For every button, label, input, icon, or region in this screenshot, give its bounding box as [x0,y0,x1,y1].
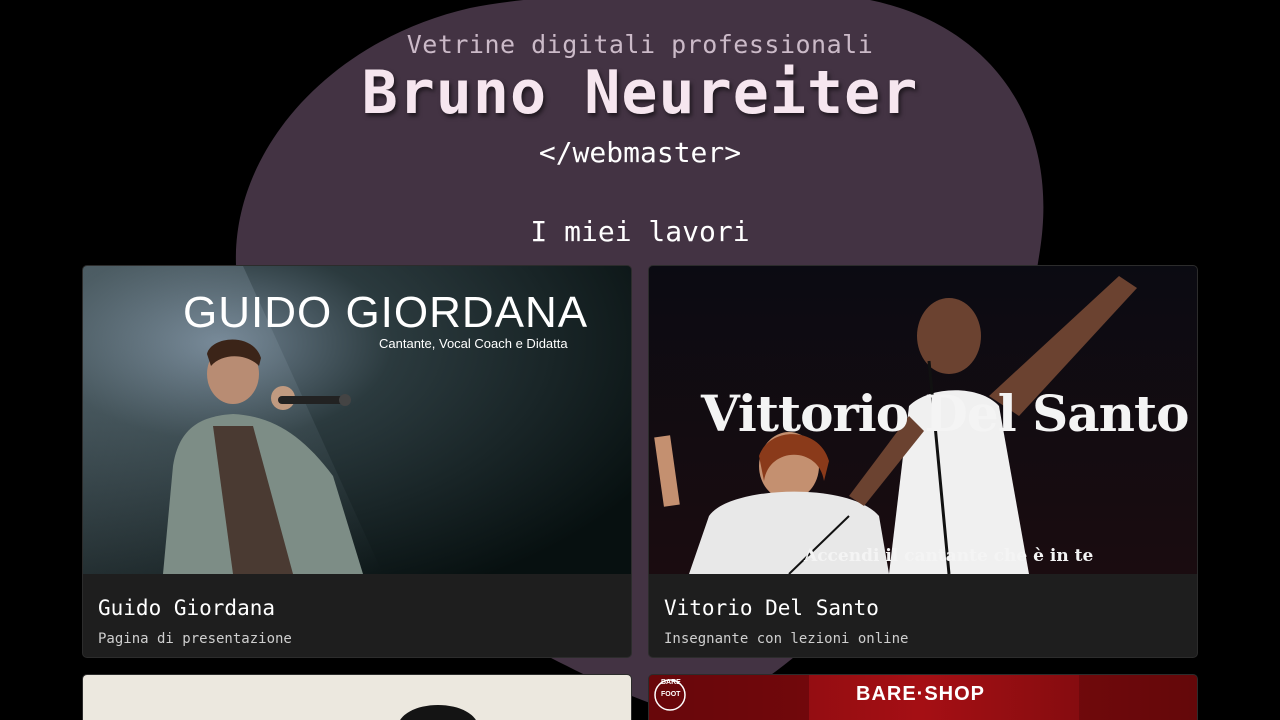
work-image-bare-shop: BARE FOOT BARE·SHOP [649,675,1197,720]
card-description: Insegnante con lezioni online [664,631,909,647]
work-card-bare-shop[interactable]: BARE FOOT BARE·SHOP [648,674,1198,720]
site-owner-name: Bruno Neureiter [361,58,919,128]
page: Vetrine digitali professionali Bruno Neu… [0,0,1280,720]
card-body: Vitorio Del Santo Insegnante con lezioni… [649,574,1197,657]
work-image-guido-giordana: GUIDO GIORDANA Cantante, Vocal Coach e D… [83,266,631,574]
works-section-title: I miei lavori [530,215,750,248]
image-subheading: Accendi il cantante che è in te [804,546,1094,566]
card-title[interactable]: Guido Giordana [98,596,275,620]
card-body: Guido Giordana Pagina di presentazione [83,574,631,657]
image-subheading: Cantante, Vocal Coach e Didatta [379,336,568,351]
card-title[interactable]: Vitorio Del Santo [664,596,879,620]
work-card-guido-giordana[interactable]: GUIDO GIORDANA Cantante, Vocal Coach e D… [82,265,632,658]
bare-foot-logo-top: BARE [661,679,681,686]
bare-shop-brand: BARE·SHOP [856,683,986,705]
tagline: Vetrine digitali professionali [406,30,874,59]
role-label: </webmaster> [538,136,742,169]
image-heading: GUIDO GIORDANA [183,288,589,337]
work-card-3[interactable] [82,674,632,720]
work-image-vittorio-del-santo: Vittorio Del Santo Accendi il cantante c… [649,266,1197,574]
card-description: Pagina di presentazione [98,631,292,647]
work-image-3 [83,675,631,720]
work-card-vittorio-del-santo[interactable]: Vittorio Del Santo Accendi il cantante c… [648,265,1198,658]
bare-foot-logo-bottom: FOOT [661,691,681,698]
image-heading: Vittorio Del Santo [701,384,1189,443]
